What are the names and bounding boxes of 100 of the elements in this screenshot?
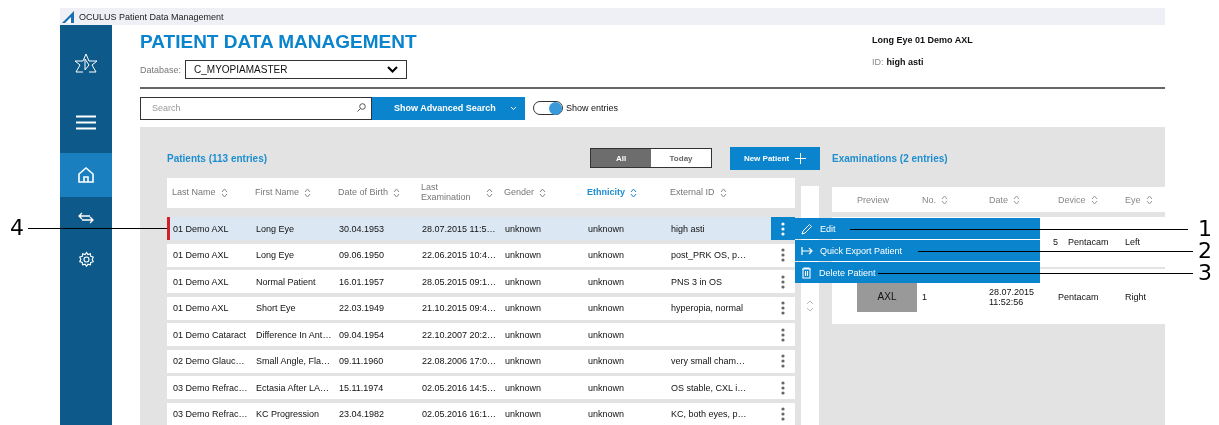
- table-cell-text: unknown: [504, 409, 543, 419]
- row-menu-button[interactable]: [771, 217, 796, 240]
- table-row[interactable]: 03 Demo Refrac… Ectasia After LA… 15.11.1974 02.05.2016 14:5… unknown unknown OS stable, CXL i…: [167, 376, 796, 399]
- more-options-icon[interactable]: [781, 380, 786, 395]
- table-cell-text: post_PRK OS, p…: [670, 250, 748, 260]
- table-cell-text: 02.05.2016 14:5…: [421, 382, 498, 393]
- table-cell-text: 03 Demo Refrac…: [172, 382, 249, 393]
- more-options-icon[interactable]: [781, 327, 786, 342]
- advanced-search-button[interactable]: Show Advanced Search: [372, 96, 525, 120]
- table-cell-text: unknown: [504, 250, 543, 260]
- table-cell-text: unknown: [587, 223, 626, 234]
- table-cell-text: unknown: [587, 329, 626, 340]
- callout-number: 1: [1198, 218, 1212, 240]
- menu-item[interactable]: Edit: [795, 218, 1040, 239]
- column-header[interactable]: Date: [989, 194, 1008, 205]
- filter-tab[interactable]: All: [591, 149, 652, 167]
- column-header[interactable]: First Name: [255, 188, 299, 198]
- trash-icon: [801, 266, 812, 279]
- preview-thumbnail[interactable]: AXL: [857, 281, 917, 312]
- sort-icon[interactable]: [220, 188, 228, 198]
- sort-icon[interactable]: [539, 188, 547, 198]
- table-cell-text: very small cham…: [670, 356, 746, 366]
- id-label: ID:: [872, 57, 884, 67]
- table-cell-text: Small Angle, Fla…: [255, 356, 332, 366]
- column-header[interactable]: Gender: [504, 188, 535, 198]
- table-row[interactable]: 01 Demo AXL Long Eye 30.04.1953 28.07.2015 11:5… unknown unknown high asti: [167, 217, 796, 240]
- table-cell: 28.07.2015 11:52:56: [989, 286, 1035, 307]
- star-logo-icon[interactable]: [74, 53, 98, 73]
- column-header[interactable]: Eye: [1125, 194, 1141, 205]
- column-header[interactable]: Last Examination: [421, 183, 481, 203]
- more-options-icon[interactable]: [781, 407, 786, 421]
- table-cell-text: 22.03.1949: [338, 303, 386, 313]
- table-cell-text: 28.05.2015 09:1…: [421, 276, 498, 287]
- table-cell-text: 21.10.2015 09:4…: [421, 303, 498, 313]
- database-label: Database:: [140, 64, 182, 75]
- table-row[interactable]: 01 Demo AXL Short Eye 22.03.1949 21.10.2015 09:4… unknown unknown hyperopia, normal: [167, 296, 796, 320]
- column-header[interactable]: Device: [1058, 194, 1086, 205]
- sort-icon[interactable]: [1145, 194, 1153, 205]
- table-cell-text: unknown: [504, 276, 543, 287]
- filter-tab[interactable]: Today: [651, 149, 712, 167]
- column-header[interactable]: Preview: [857, 194, 889, 205]
- sort-icon[interactable]: [941, 194, 948, 205]
- new-patient-button[interactable]: New Patient: [730, 146, 821, 170]
- table-cell-text: unknown: [504, 382, 543, 393]
- section-title: Examinations (2 entries): [832, 152, 948, 164]
- sort-icon[interactable]: [1013, 194, 1020, 205]
- more-options-icon[interactable]: [781, 221, 786, 236]
- table-cell-text: 01 Demo Cataract: [172, 329, 248, 340]
- search-field[interactable]: Search: [140, 96, 372, 120]
- table-cell-text: Short Eye: [255, 303, 297, 313]
- table-cell-text: unknown: [504, 223, 543, 234]
- table-cell-text: Long Eye: [255, 223, 296, 234]
- sort-icon[interactable]: [304, 188, 311, 198]
- table-cell-text: 02.05.2016 16:1…: [421, 409, 498, 419]
- column-header[interactable]: External ID: [670, 188, 715, 198]
- callout-number: 4: [10, 217, 24, 239]
- app-logo-icon: [62, 10, 75, 23]
- table-row[interactable]: 01 Demo Cataract Difference In Ant… 09.04.1954 22.10.2007 20:2… unknown unknown: [167, 323, 796, 346]
- patient-name: Long Eye 01 Demo AXL: [872, 35, 974, 45]
- callout-number: 2: [1198, 240, 1212, 262]
- home-icon[interactable]: [77, 166, 95, 184]
- callout-number: 3: [1198, 262, 1212, 284]
- menu-icon[interactable]: [76, 114, 96, 130]
- column-header[interactable]: Last Name: [172, 188, 216, 198]
- plus-icon: [795, 152, 807, 164]
- table-cell-text: 22.06.2015 10:4…: [421, 250, 498, 260]
- sort-icon[interactable]: [1090, 194, 1098, 205]
- table-cell-text: Difference In Ant…: [255, 329, 333, 340]
- table-row[interactable]: 03 Demo Refrac… KC Progression 23.04.1982 02.05.2016 16:1… unknown unknown KC, both eyes, p…: [167, 402, 796, 425]
- transfer-arrows-icon[interactable]: [78, 212, 94, 224]
- table-row[interactable]: 01 Demo AXL Normal Patient 16.01.1957 28.05.2015 09:1… unknown unknown PNS 3 in OS: [167, 270, 796, 293]
- table-cell: Pentacam: [1058, 291, 1099, 302]
- settings-icon[interactable]: [77, 250, 95, 268]
- more-options-icon[interactable]: [781, 354, 786, 368]
- table-cell: 1: [922, 291, 927, 302]
- column-header[interactable]: No.: [922, 194, 936, 205]
- table-cell-text: hyperopia, normal: [670, 303, 745, 313]
- more-options-icon[interactable]: [781, 248, 786, 262]
- table-row[interactable]: 02 Demo Glauc… Small Angle, Fla… 09.11.1960 22.08.2006 17:0… unknown unknown very small cham…: [167, 349, 796, 373]
- sort-icon[interactable]: [719, 188, 727, 198]
- search-icon: [357, 102, 366, 112]
- table-cell-text: high asti: [670, 223, 706, 234]
- column-header[interactable]: Date of Birth: [338, 188, 389, 198]
- patient-id: high asti: [886, 57, 924, 67]
- table-cell-text: OS stable, CXL i…: [670, 382, 748, 393]
- sort-icon[interactable]: [630, 188, 637, 198]
- more-options-icon[interactable]: [781, 301, 786, 315]
- more-options-icon[interactable]: [781, 274, 786, 289]
- menu-item[interactable]: Quick Export Patient: [795, 240, 1040, 261]
- menu-item[interactable]: Delete Patient: [795, 262, 1040, 283]
- sort-icon[interactable]: [486, 188, 493, 198]
- table-cell-text: Normal Patient: [255, 276, 317, 287]
- column-header[interactable]: Ethnicity: [587, 188, 625, 198]
- table-cell-text: KC Progression: [255, 409, 321, 419]
- table-cell-text: Ectasia After LA…: [255, 382, 331, 393]
- table-row[interactable]: 01 Demo AXL Long Eye 09.06.1950 22.06.2015 10:4… unknown unknown post_PRK OS, p…: [167, 243, 796, 267]
- database-dropdown[interactable]: C_MYOPIAMASTER: [185, 60, 408, 79]
- sort-icon[interactable]: [393, 188, 401, 198]
- table-cell-text: 09.04.1954: [338, 329, 386, 340]
- table-cell-text: unknown: [587, 382, 626, 393]
